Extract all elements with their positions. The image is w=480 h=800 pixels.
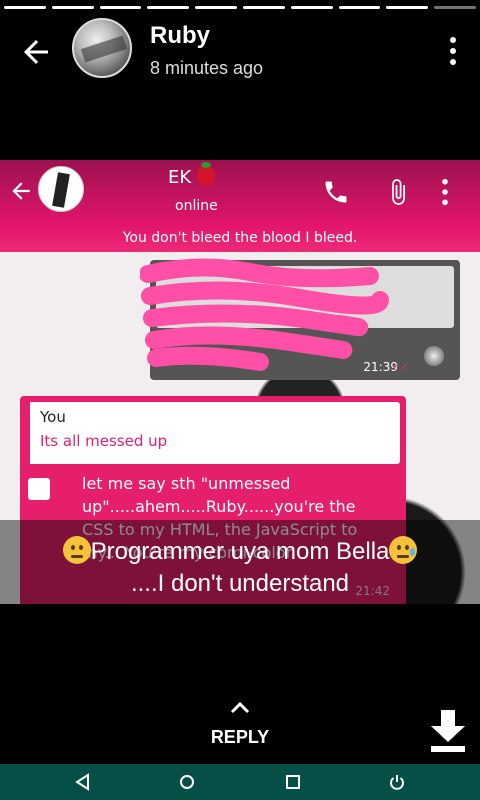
arrow-left-icon[interactable]	[18, 34, 54, 70]
sender-icon	[28, 478, 50, 500]
reply-button[interactable]: REPLY	[190, 700, 290, 748]
progress-segment	[99, 6, 142, 9]
paperclip-icon	[392, 179, 405, 205]
caption-line-2: ....I don't understand	[130, 570, 350, 597]
contact-name[interactable]: Ruby	[150, 22, 210, 50]
story-progress	[4, 6, 476, 9]
progress-segment	[147, 6, 190, 9]
status-header: Ruby 8 minutes ago	[0, 18, 480, 82]
download-icon[interactable]	[428, 708, 468, 754]
confused-face-icon	[62, 536, 91, 564]
read-ticks-icon: ✓✓	[392, 362, 409, 373]
small-avatar	[424, 346, 444, 366]
system-nav-bar	[0, 764, 480, 800]
status-timestamp: 8 minutes ago	[150, 58, 264, 78]
reply-label: REPLY	[210, 727, 270, 747]
phone-icon	[325, 181, 347, 203]
contact-avatar[interactable]	[72, 18, 132, 78]
circle-home-icon[interactable]	[177, 772, 197, 792]
square-recents-icon[interactable]	[283, 772, 303, 792]
progress-segment	[290, 6, 333, 9]
chevron-up-icon	[230, 701, 250, 714]
quoted-text: Its all messed up	[40, 432, 168, 450]
quoted-reply: You Its all messed up	[26, 402, 400, 464]
chat-about: You don't bleed the blood I bleed.	[122, 230, 358, 246]
caption-line-1: Programmer uya mom Bella	[0, 536, 480, 568]
progress-segment	[195, 6, 237, 9]
caption-text-1: Programmer uya mom Bella	[90, 538, 390, 565]
quoted-author: You	[40, 408, 66, 426]
more-vert-icon[interactable]	[448, 36, 458, 66]
chat-avatar	[38, 166, 84, 212]
arrow-left-icon	[12, 182, 30, 200]
progress-segment-current	[434, 6, 476, 9]
more-vert-icon	[442, 178, 448, 206]
progress-segment	[4, 6, 46, 9]
power-icon[interactable]	[387, 772, 407, 792]
chat-name: EK	[168, 162, 215, 188]
status-caption: Programmer uya mom Bella ....I don't und…	[0, 520, 480, 604]
progress-segment	[51, 6, 94, 9]
progress-segment	[386, 6, 429, 9]
sad-tear-face-icon	[389, 536, 418, 564]
chat-name-text: EK	[168, 167, 192, 188]
chat-app-bar: EK online You don't bleed the blood I bl…	[0, 160, 480, 252]
progress-segment	[242, 6, 285, 9]
strawberry-icon	[196, 162, 215, 186]
redaction-scribble	[140, 258, 389, 371]
progress-segment	[338, 6, 381, 9]
chat-status: online	[175, 198, 218, 214]
triangle-back-icon[interactable]	[73, 772, 93, 792]
